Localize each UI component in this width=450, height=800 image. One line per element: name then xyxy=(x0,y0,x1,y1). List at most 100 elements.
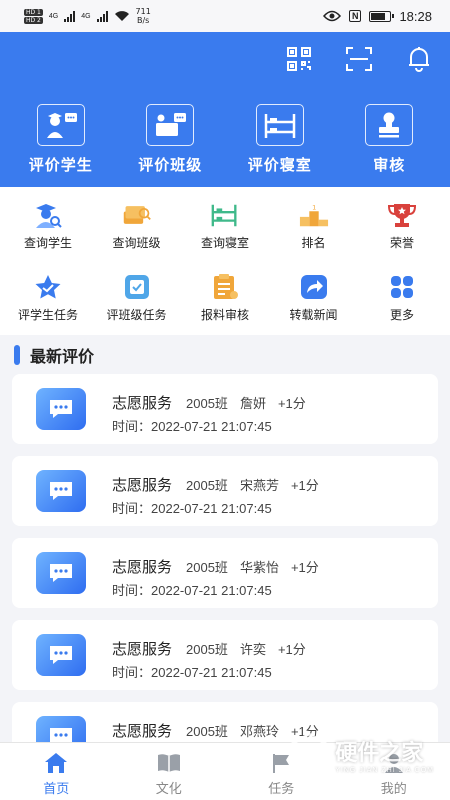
signal2-icon xyxy=(96,10,108,22)
more-icon xyxy=(387,273,417,301)
watermark: 硬件之家 YING JIAN ZHI JIA.COM xyxy=(289,732,434,776)
search-student-icon xyxy=(33,201,63,229)
search-class-icon xyxy=(122,201,152,229)
home-icon xyxy=(45,753,68,773)
more-button[interactable]: 更多 xyxy=(358,273,446,323)
nav-culture[interactable]: 文化 xyxy=(129,743,209,800)
student-task-button[interactable]: 评学生任务 xyxy=(4,273,92,323)
speed-unit: B/s xyxy=(137,16,150,25)
evaluate-student-label: 评价学生 xyxy=(28,157,93,174)
evaluate-actions: 评价学生 评价班级 评价寝室 审核 xyxy=(0,104,450,175)
points: +1分 xyxy=(277,642,306,657)
bell-icon[interactable] xyxy=(404,44,434,74)
evaluate-class-label: 评价班级 xyxy=(138,157,203,174)
evaluation-card[interactable]: 志愿服务 2005班 詹妍 +1分 时间：2022-07-21 21:07:45 xyxy=(12,374,438,444)
header: 评价学生 评价班级 评价寝室 审核 xyxy=(0,32,450,187)
review-button[interactable]: 审核 xyxy=(339,104,439,175)
nav-mine-label: 我的 xyxy=(380,781,407,796)
evaluation-time: 时间：2022-07-21 21:07:45 xyxy=(112,665,272,680)
student-name: 邓燕玲 xyxy=(239,724,279,739)
points: +1分 xyxy=(290,478,319,493)
student-name: 华紫怡 xyxy=(239,560,279,575)
evaluation-summary: 志愿服务 2005班 许奕 +1分 xyxy=(112,638,306,659)
status-bar: HD 1 HD 2 4G 4G 711 B/s N 18:28 xyxy=(0,0,450,32)
evaluate-student-button[interactable]: 评价学生 xyxy=(11,104,111,175)
message-icon xyxy=(36,634,86,676)
honor-button[interactable]: 荣誉 xyxy=(358,201,446,251)
share-icon xyxy=(299,273,329,301)
evaluate-class-button[interactable]: 评价班级 xyxy=(120,104,220,175)
evaluation-time: 时间：2022-07-21 21:07:45 xyxy=(112,583,272,598)
evaluation-card[interactable]: 志愿服务 2005班 宋燕芳 +1分 时间：2022-07-21 21:07:45 xyxy=(12,456,438,526)
class-name: 2005班 xyxy=(186,724,228,739)
qr-code-icon[interactable] xyxy=(284,44,314,74)
feature-grid: 查询学生 查询班级 查询寝室 1 排名 荣誉 评学生任务 评班级任务 报料审核 … xyxy=(0,187,450,335)
search-student-label: 查询学生 xyxy=(23,236,72,250)
report-review-button[interactable]: 报料审核 xyxy=(181,273,269,323)
student-name: 詹妍 xyxy=(239,396,266,411)
watermark-text-group: 硬件之家 YING JIAN ZHI JIA.COM xyxy=(335,735,434,774)
status-left: HD 1 HD 2 4G 4G 711 B/s xyxy=(24,7,151,25)
teacher-student-icon xyxy=(36,104,85,146)
service-type: 志愿服务 xyxy=(112,723,173,740)
class-board-icon xyxy=(146,104,195,146)
svg-text:1: 1 xyxy=(312,203,316,211)
net1-label: 4G xyxy=(48,12,59,20)
search-class-label: 查询班级 xyxy=(112,236,161,250)
sim1-badge: HD 1 xyxy=(24,8,43,16)
nav-culture-label: 文化 xyxy=(155,781,182,796)
star-task-icon xyxy=(33,273,63,301)
ranking-label: 排名 xyxy=(301,236,326,250)
share-news-button[interactable]: 转载新闻 xyxy=(270,273,358,323)
message-icon xyxy=(36,470,86,512)
clock: 18:28 xyxy=(399,8,432,24)
evaluation-card[interactable]: 志愿服务 2005班 许奕 +1分 时间：2022-07-21 21:07:45 xyxy=(12,620,438,690)
search-student-button[interactable]: 查询学生 xyxy=(4,201,92,251)
points: +1分 xyxy=(277,396,306,411)
service-type: 志愿服务 xyxy=(112,559,173,576)
search-class-button[interactable]: 查询班级 xyxy=(93,201,181,251)
signal1-icon xyxy=(64,10,76,22)
bunk-bed-icon xyxy=(255,104,304,146)
status-right: N 18:28 xyxy=(322,8,432,24)
message-icon xyxy=(36,552,86,594)
class-task-button[interactable]: 评班级任务 xyxy=(93,273,181,323)
grid-row-2: 评学生任务 评班级任务 报料审核 转载新闻 更多 xyxy=(0,273,450,323)
points: +1分 xyxy=(290,560,319,575)
watermark-text: 硬件之家 xyxy=(335,739,424,765)
latest-evaluations-heading: 最新评价 xyxy=(14,343,94,367)
section-title: 最新评价 xyxy=(30,349,95,366)
scan-icon[interactable] xyxy=(344,44,374,74)
evaluation-time: 时间：2022-07-21 21:07:45 xyxy=(112,419,272,434)
stamp-icon xyxy=(365,104,414,146)
class-task-label: 评班级任务 xyxy=(106,308,167,322)
trophy-icon xyxy=(387,201,417,229)
sim-badges: HD 1 HD 2 xyxy=(24,8,43,24)
search-dorm-icon xyxy=(210,201,240,229)
student-name: 宋燕芳 xyxy=(239,478,279,493)
evaluation-card[interactable]: 志愿服务 2005班 华紫怡 +1分 时间：2022-07-21 21:07:45 xyxy=(12,538,438,608)
evaluate-dorm-button[interactable]: 评价寝室 xyxy=(230,104,330,175)
clipboard-icon xyxy=(210,273,240,301)
nav-tasks-label: 任务 xyxy=(268,781,295,796)
message-icon xyxy=(36,388,86,430)
service-type: 志愿服务 xyxy=(112,641,173,658)
net2-label: 4G xyxy=(81,12,91,20)
student-name: 许奕 xyxy=(239,642,266,657)
wifi-icon xyxy=(114,11,129,21)
ranking-button[interactable]: 1 排名 xyxy=(270,201,358,251)
nav-home-label: 首页 xyxy=(43,781,70,796)
watermark-sub: YING JIAN ZHI JIA.COM xyxy=(335,766,434,774)
net-speed: 711 B/s xyxy=(136,7,151,25)
book-icon xyxy=(157,754,180,772)
search-dorm-button[interactable]: 查询寝室 xyxy=(181,201,269,251)
class-name: 2005班 xyxy=(186,560,228,575)
podium-icon: 1 xyxy=(299,201,329,229)
student-task-label: 评学生任务 xyxy=(17,308,78,322)
heading-accent-bar xyxy=(14,345,20,365)
evaluation-summary: 志愿服务 2005班 詹妍 +1分 xyxy=(112,392,306,413)
evaluation-summary: 志愿服务 2005班 邓燕玲 +1分 xyxy=(112,720,319,741)
nav-home[interactable]: 首页 xyxy=(16,743,96,800)
class-name: 2005班 xyxy=(186,478,228,493)
nfc-icon: N xyxy=(348,10,362,22)
